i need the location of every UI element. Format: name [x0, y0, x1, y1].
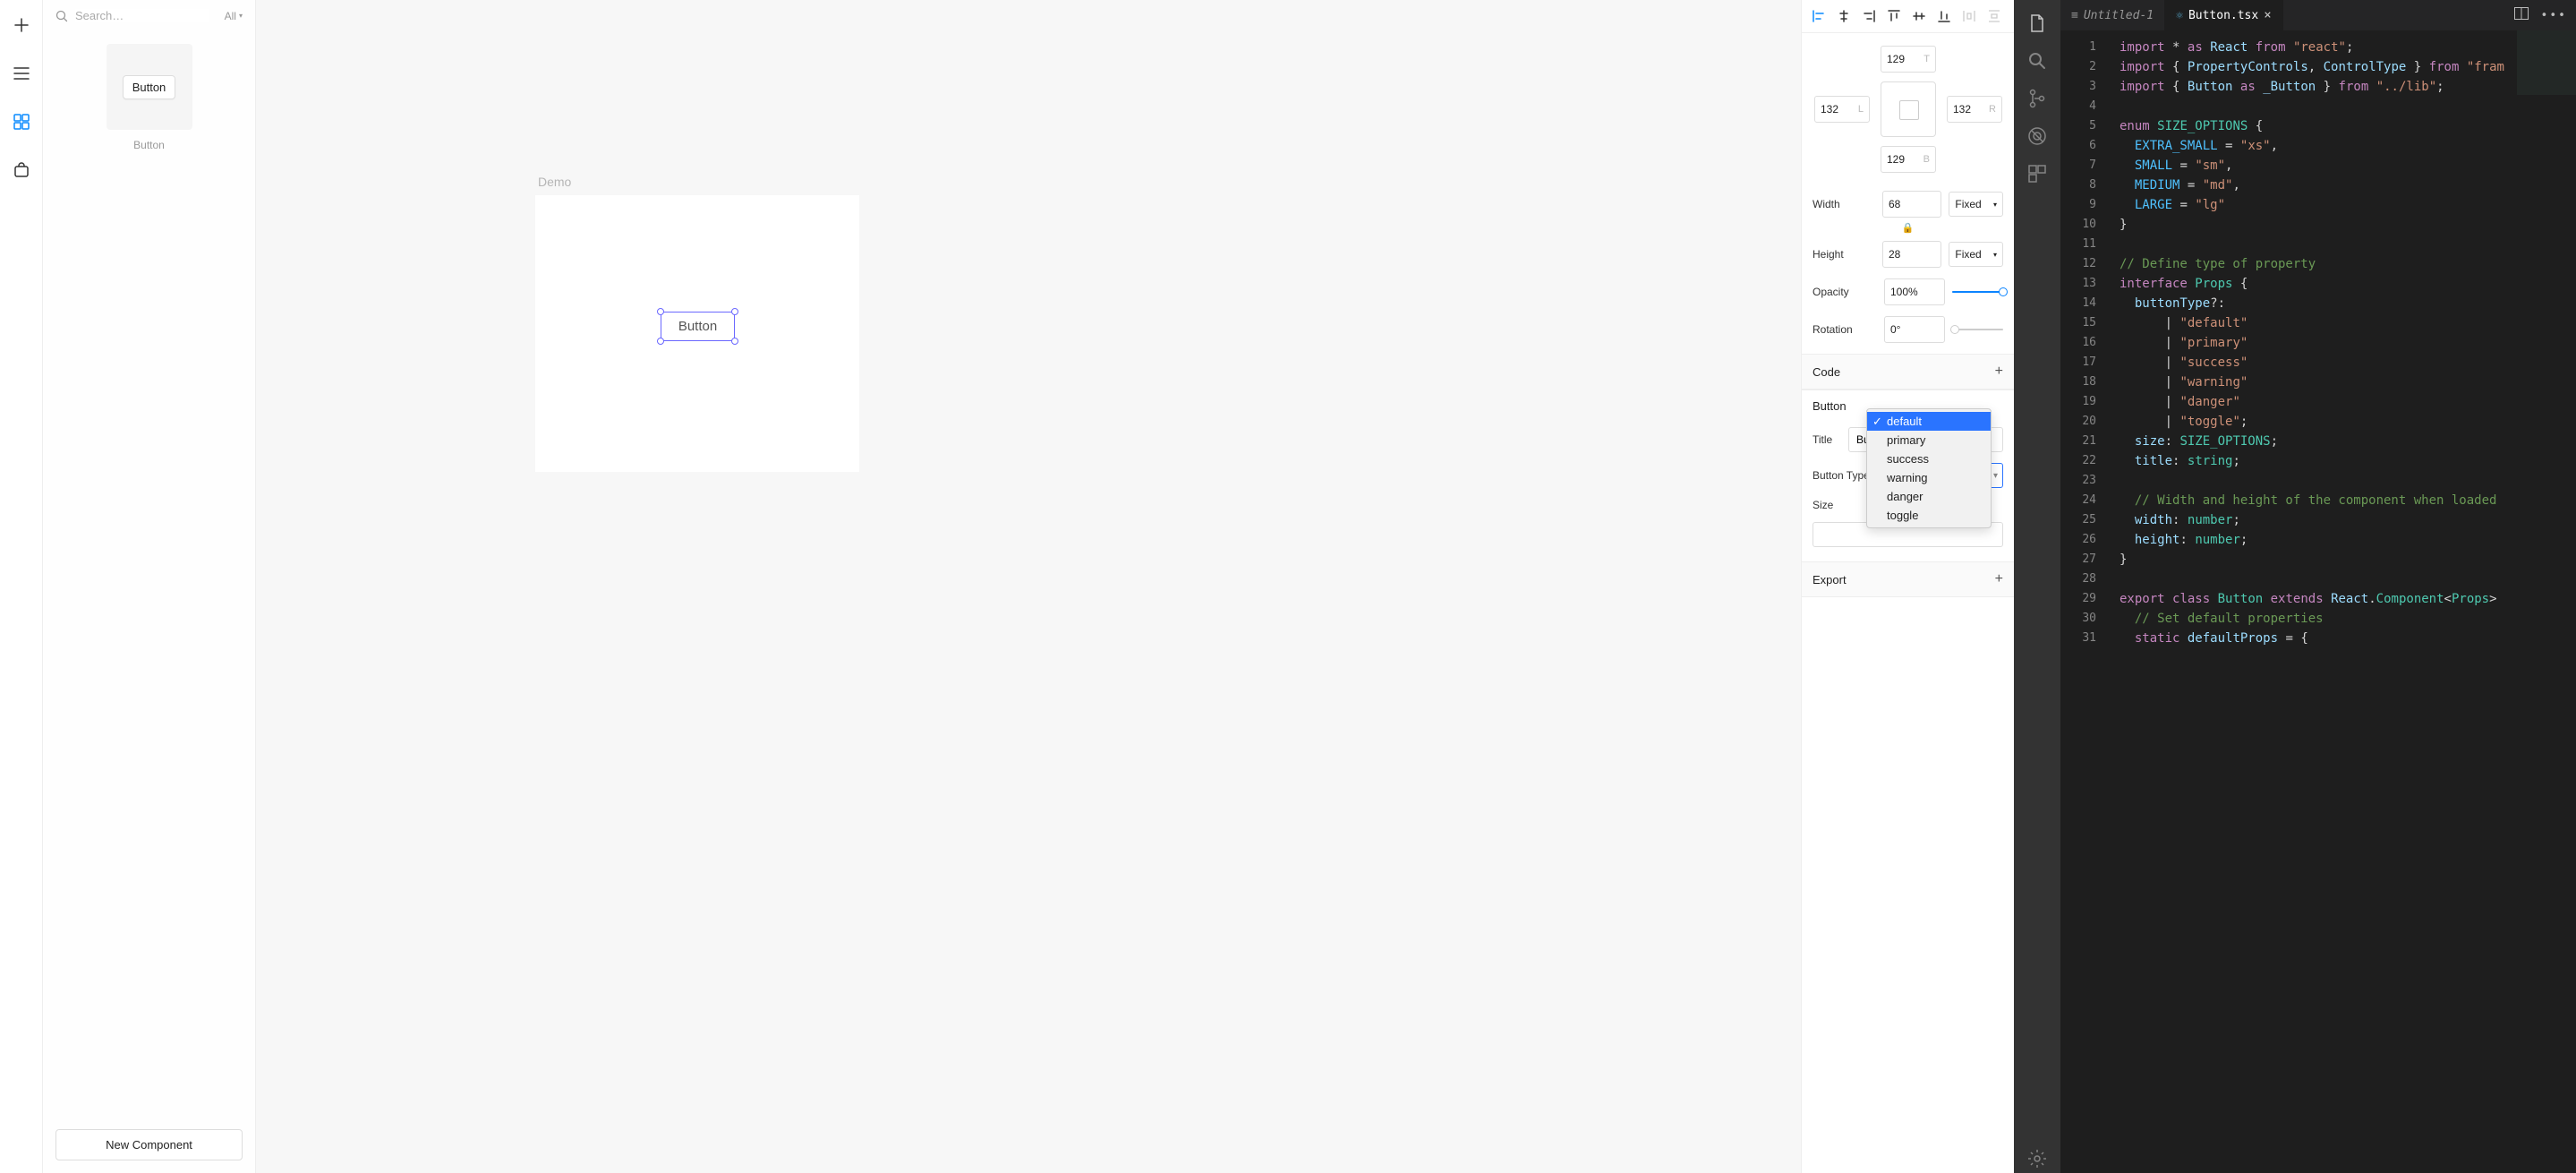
component-label: Button: [133, 139, 165, 151]
title-label: Title: [1813, 433, 1841, 446]
align-left-icon[interactable]: [1813, 9, 1825, 23]
selected-element-text: Button: [678, 319, 717, 334]
activity-bar: [2014, 0, 2060, 1173]
dropdown-option-toggle[interactable]: toggle: [1867, 506, 1991, 525]
width-row: Width 68 Fixed▾: [1802, 185, 2014, 223]
search-icon: [55, 10, 68, 22]
height-input[interactable]: 28: [1882, 241, 1941, 268]
left-toolstrip: [0, 0, 43, 1173]
dropdown-option-danger[interactable]: danger: [1867, 487, 1991, 506]
dropdown-option-default[interactable]: default: [1867, 412, 1991, 431]
explorer-icon[interactable]: [2023, 9, 2051, 38]
plus-icon[interactable]: [13, 16, 30, 34]
align-center-v-icon[interactable]: [1913, 9, 1925, 23]
rotation-row: Rotation 0°: [1802, 311, 2014, 354]
pin-widget[interactable]: [1881, 81, 1936, 137]
dropdown-option-primary[interactable]: primary: [1867, 431, 1991, 450]
pin-top-input[interactable]: 129T: [1881, 46, 1936, 73]
search-input[interactable]: [75, 9, 209, 22]
dropdown-option-warning[interactable]: warning: [1867, 468, 1991, 487]
align-top-icon[interactable]: [1888, 9, 1900, 23]
lock-icon[interactable]: 🔒: [1902, 223, 1915, 234]
tab-title: Untitled-1: [2084, 9, 2154, 22]
selected-element[interactable]: Button: [661, 312, 735, 341]
component-thumb[interactable]: Button: [107, 44, 192, 130]
align-toolbar: [1802, 0, 2014, 33]
align-center-h-icon[interactable]: [1838, 9, 1850, 23]
height-label: Height: [1813, 248, 1875, 261]
align-right-icon[interactable]: [1863, 9, 1875, 23]
pin-right-input[interactable]: 132R: [1947, 96, 2002, 123]
pin-bottom-input[interactable]: 129B: [1881, 146, 1936, 173]
inspector-panel: 129T 132L 132R 129B Width 68 Fixed▾ 🔒 He…: [1801, 0, 2014, 1173]
file-icon: ⚛: [2176, 9, 2183, 22]
file-icon: ≡: [2071, 9, 2078, 22]
distribute-v-icon[interactable]: [1988, 9, 2000, 23]
grid-icon[interactable]: [13, 113, 30, 131]
line-numbers: 1234567891011121314151617181920212223242…: [2060, 30, 2111, 1173]
rotation-input[interactable]: 0°: [1884, 316, 1945, 343]
source-control-icon[interactable]: [2023, 84, 2051, 113]
editor-tabs: ≡ Untitled-1 ⚛ Button.tsx × •••: [2060, 0, 2576, 30]
more-icon[interactable]: •••: [2541, 9, 2567, 22]
search-icon[interactable]: [2023, 47, 2051, 75]
resize-handle-bl[interactable]: [657, 338, 664, 345]
editor-tab[interactable]: ⚛ Button.tsx ×: [2165, 0, 2283, 30]
width-input[interactable]: 68: [1882, 191, 1941, 218]
pin-left-input[interactable]: 132L: [1814, 96, 1870, 123]
frame-label[interactable]: Demo: [538, 175, 571, 189]
thumb-button-preview: Button: [123, 75, 176, 99]
editor-main: ≡ Untitled-1 ⚛ Button.tsx × ••• 123456789101…: [2060, 0, 2576, 1173]
tab-title: Button.tsx: [2188, 9, 2258, 22]
new-component-button[interactable]: New Component: [55, 1129, 243, 1160]
rotation-slider[interactable]: [1952, 329, 2003, 330]
width-label: Width: [1813, 198, 1875, 210]
add-code-icon[interactable]: +: [1995, 364, 2003, 380]
distribute-h-icon[interactable]: [1963, 9, 1975, 23]
button-type-dropdown[interactable]: defaultprimarysuccesswarningdangertoggle: [1866, 408, 1992, 528]
width-mode-select[interactable]: Fixed▾: [1949, 192, 2003, 217]
search-row: All▾: [43, 0, 255, 31]
canvas[interactable]: Demo Button: [256, 0, 1801, 1173]
height-mode-select[interactable]: Fixed▾: [1949, 242, 2003, 267]
resize-handle-tl[interactable]: [657, 308, 664, 315]
menu-icon[interactable]: [13, 64, 30, 82]
code-area[interactable]: 1234567891011121314151617181920212223242…: [2060, 30, 2576, 1173]
position-constraints: 129T 132L 132R 129B: [1802, 33, 2014, 185]
opacity-input[interactable]: 100%: [1884, 278, 1945, 305]
opacity-row: Opacity 100%: [1802, 273, 2014, 311]
search-filter[interactable]: All▾: [225, 10, 243, 22]
component-grid: Button Button: [43, 31, 255, 1117]
code-editor: ≡ Untitled-1 ⚛ Button.tsx × ••• 123456789101…: [2014, 0, 2576, 1173]
opacity-slider[interactable]: [1952, 291, 2003, 293]
editor-tab[interactable]: ≡ Untitled-1: [2060, 0, 2165, 30]
debug-icon[interactable]: [2023, 122, 2051, 150]
section-code[interactable]: Code+: [1802, 354, 2014, 390]
extensions-icon[interactable]: [2023, 159, 2051, 188]
settings-icon[interactable]: [2023, 1144, 2051, 1173]
section-export[interactable]: Export+: [1802, 561, 2014, 597]
bag-icon[interactable]: [13, 161, 30, 179]
resize-handle-br[interactable]: [731, 338, 738, 345]
close-tab-icon[interactable]: ×: [2264, 8, 2271, 22]
height-row: Height 28 Fixed▾: [1802, 235, 2014, 273]
component-item[interactable]: Button Button: [55, 44, 243, 151]
rotation-label: Rotation: [1813, 323, 1877, 336]
add-export-icon[interactable]: +: [1995, 571, 2003, 587]
component-list-panel: All▾ Button Button New Component: [43, 0, 256, 1173]
minimap[interactable]: [2517, 30, 2576, 192]
code-content[interactable]: import * as React from "react";import { …: [2111, 30, 2576, 1173]
split-editor-icon[interactable]: [2514, 7, 2529, 23]
align-bottom-icon[interactable]: [1938, 9, 1950, 23]
dropdown-option-success[interactable]: success: [1867, 450, 1991, 468]
resize-handle-tr[interactable]: [731, 308, 738, 315]
opacity-label: Opacity: [1813, 286, 1877, 298]
